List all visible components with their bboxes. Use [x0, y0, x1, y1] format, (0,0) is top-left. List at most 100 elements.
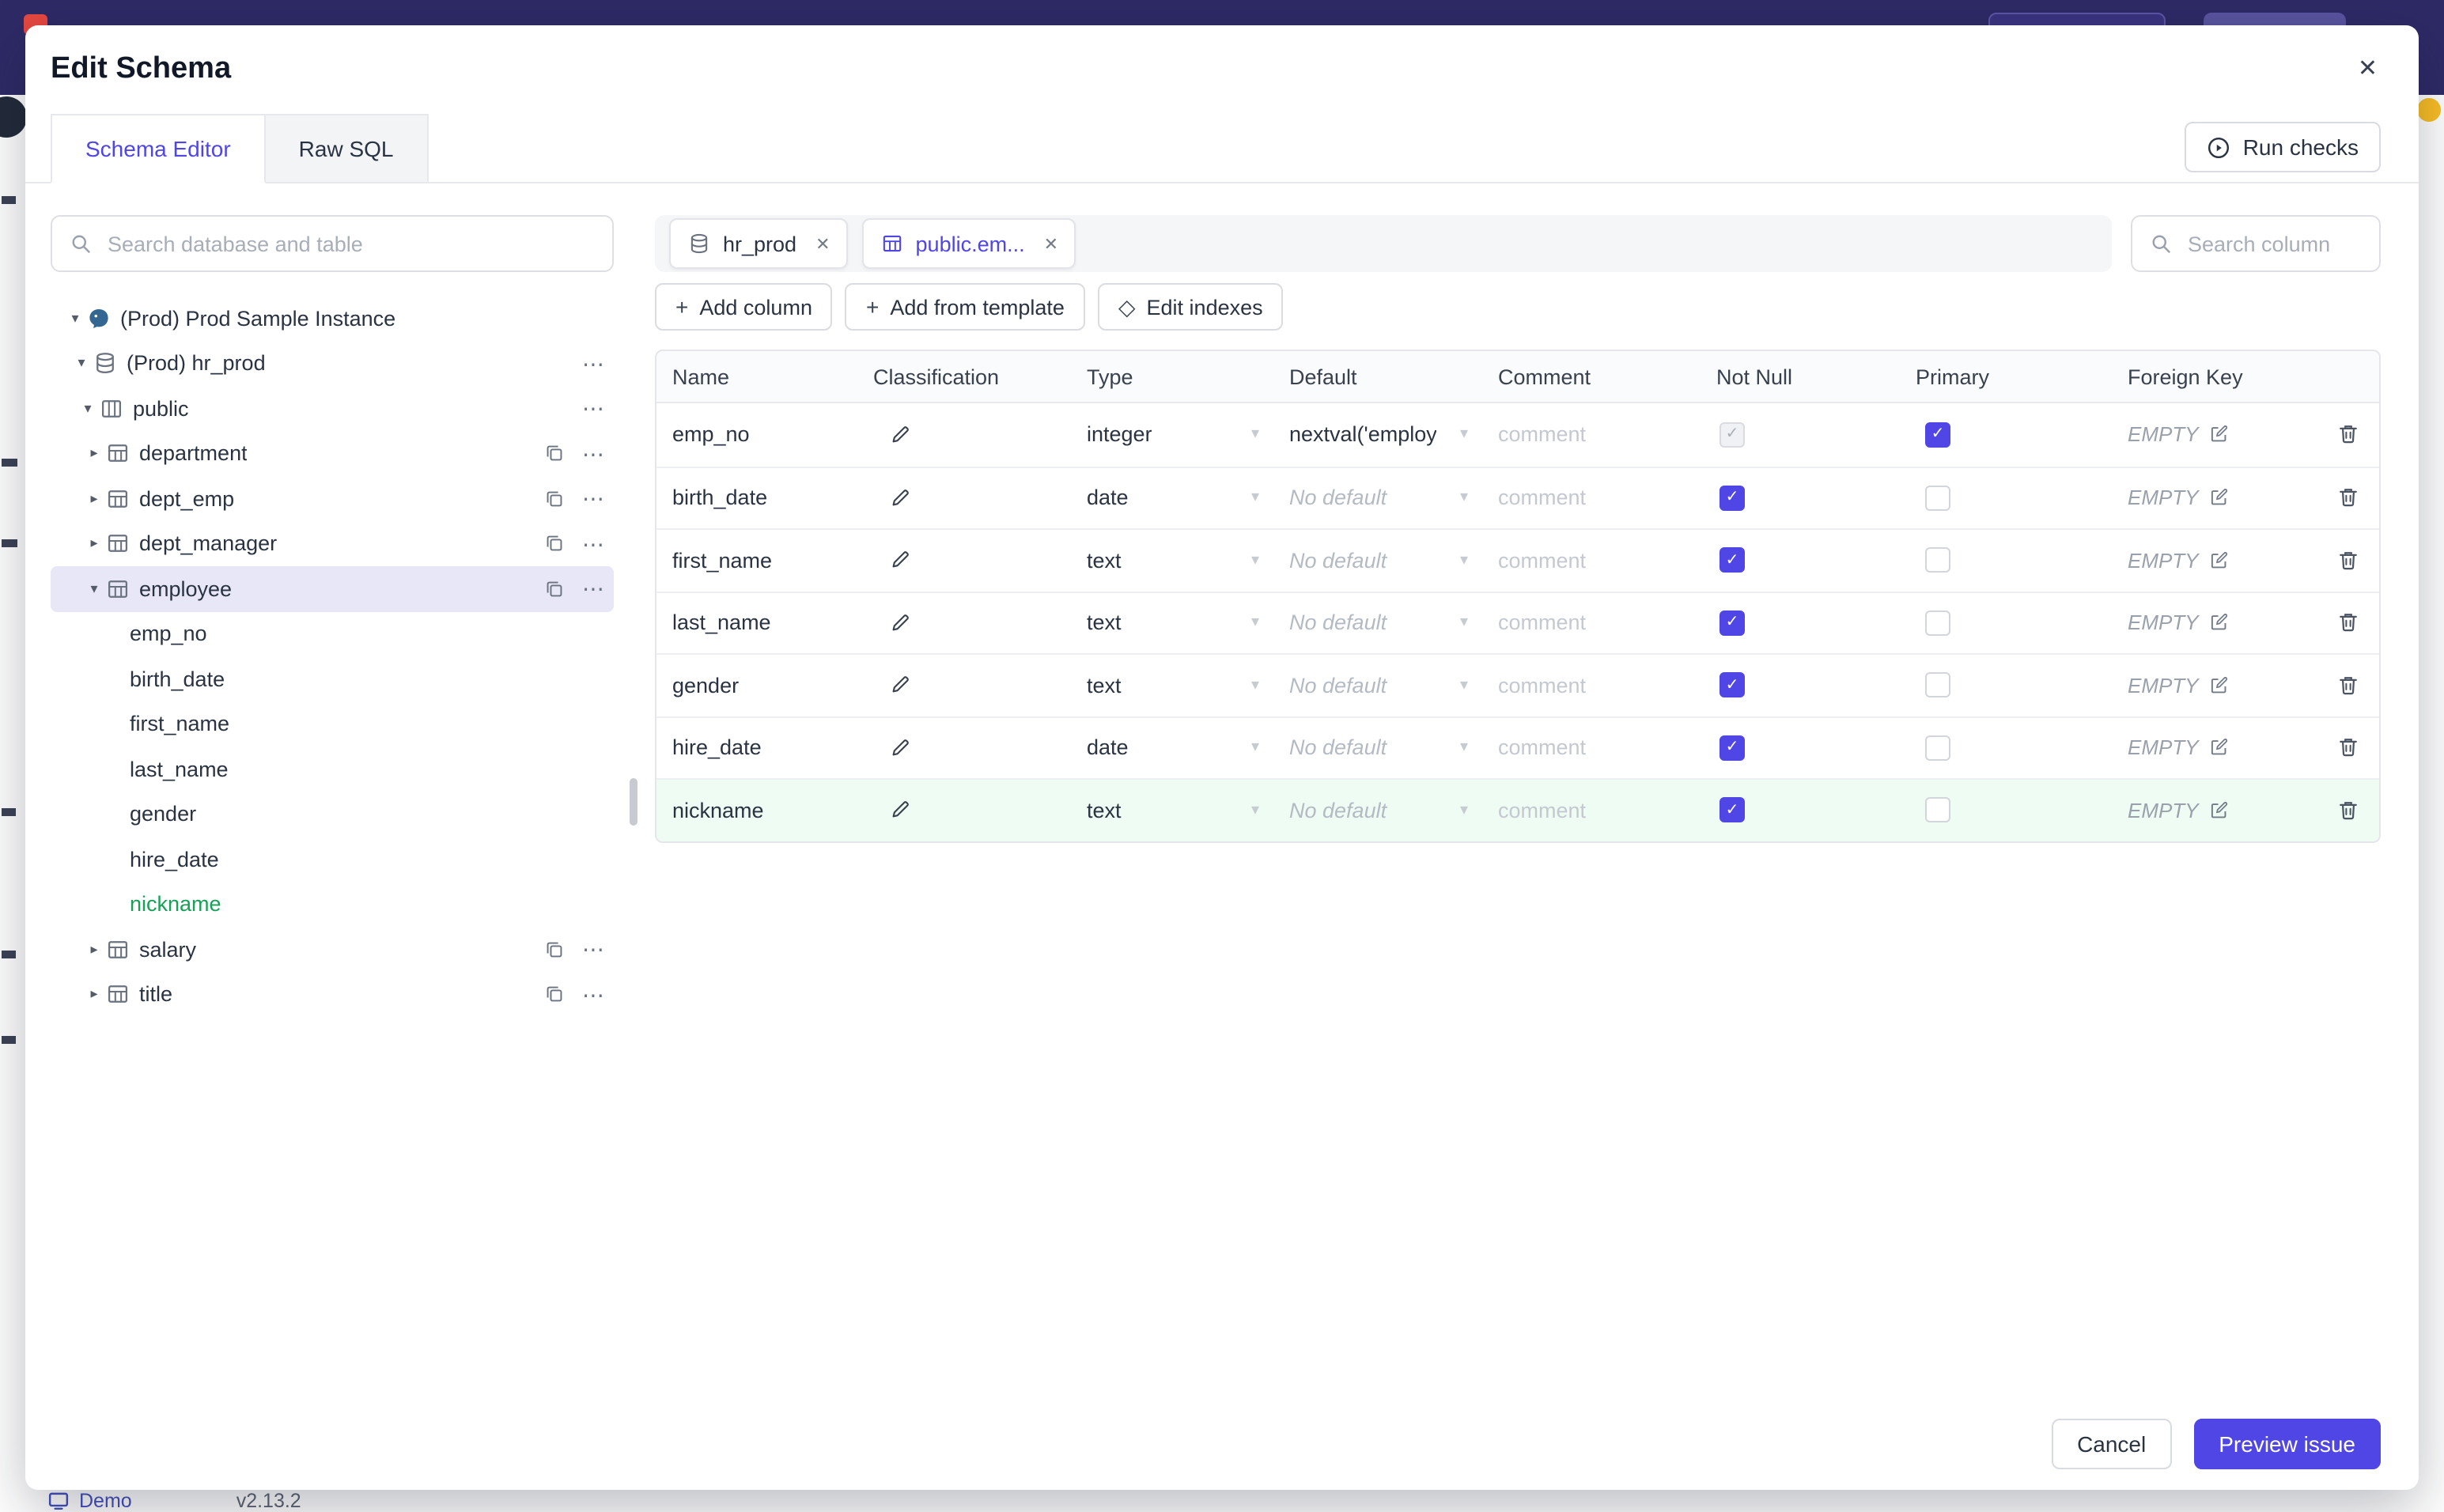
tree-item-nickname[interactable]: nickname [51, 882, 614, 927]
more-icon[interactable]: ⋯ [582, 443, 604, 465]
comment-input[interactable]: comment [1498, 674, 1586, 697]
default-select[interactable]: No default ▾ [1273, 467, 1482, 528]
more-icon[interactable]: ⋯ [582, 533, 604, 555]
not-null-checkbox[interactable]: ✓ [1720, 547, 1745, 573]
caret-down-icon[interactable]: ▾ [70, 355, 93, 372]
default-select[interactable]: nextval('employ ▾ [1273, 403, 1482, 466]
tree-item-hire-date[interactable]: hire_date [51, 837, 614, 882]
copy-icon[interactable] [544, 534, 565, 554]
close-button[interactable]: ✕ [2351, 51, 2384, 87]
classification-edit-icon[interactable] [889, 424, 911, 446]
tree-item-dept-manager[interactable]: ▸ dept_manager ⋯ [51, 521, 614, 566]
more-icon[interactable]: ⋯ [582, 353, 604, 375]
classification-edit-icon[interactable] [889, 487, 911, 509]
classification-edit-icon[interactable] [889, 737, 911, 759]
comment-input[interactable]: comment [1498, 423, 1586, 447]
add-from-template-button[interactable]: + Add from template [845, 283, 1085, 331]
tree-item-last-name[interactable]: last_name [51, 747, 614, 792]
run-checks-button[interactable]: Run checks [2184, 122, 2381, 172]
panel-resizer[interactable] [614, 215, 655, 1401]
delete-column-icon[interactable] [2336, 423, 2360, 447]
add-column-button[interactable]: + Add column [655, 283, 833, 331]
caret-right-icon[interactable]: ▸ [82, 490, 106, 508]
tree-item-department[interactable]: ▸ department ⋯ [51, 431, 614, 476]
classification-edit-icon[interactable] [889, 799, 911, 822]
classification-edit-icon[interactable] [889, 550, 911, 572]
caret-down-icon[interactable]: ▾ [82, 580, 106, 598]
caret-right-icon[interactable]: ▸ [82, 535, 106, 553]
delete-column-icon[interactable] [2336, 486, 2360, 510]
tree-item-dept-emp[interactable]: ▸ dept_emp ⋯ [51, 476, 614, 521]
tree-item-gender[interactable]: gender [51, 792, 614, 837]
close-tab-icon[interactable]: ✕ [1044, 233, 1058, 254]
default-select[interactable]: No default ▾ [1273, 655, 1482, 716]
copy-icon[interactable] [544, 985, 565, 1005]
tree-item-salary[interactable]: ▸ salary ⋯ [51, 927, 614, 972]
primary-checkbox[interactable] [1925, 672, 1950, 698]
caret-right-icon[interactable]: ▸ [82, 941, 106, 958]
more-icon[interactable]: ⋯ [582, 984, 604, 1006]
edit-foreign-key-icon[interactable] [2208, 488, 2229, 508]
comment-input[interactable]: comment [1498, 611, 1586, 635]
cancel-button[interactable]: Cancel [2052, 1419, 2172, 1469]
delete-column-icon[interactable] [2336, 674, 2360, 697]
caret-down-icon[interactable]: ▾ [76, 400, 100, 418]
delete-column-icon[interactable] [2336, 611, 2360, 635]
editor-tab-public-em[interactable]: public.em... ✕ [861, 218, 1076, 269]
type-select[interactable]: text ▾ [1071, 530, 1273, 591]
close-tab-icon[interactable]: ✕ [815, 233, 830, 254]
not-null-checkbox[interactable]: ✓ [1720, 672, 1745, 698]
search-database-input[interactable] [104, 230, 595, 257]
tree-item-public[interactable]: ▾ public ⋯ [51, 386, 614, 431]
search-column-input[interactable] [2185, 230, 2362, 257]
default-select[interactable]: No default ▾ [1273, 530, 1482, 591]
not-null-checkbox[interactable]: ✓ [1720, 421, 1745, 448]
edit-foreign-key-icon[interactable] [2208, 550, 2229, 571]
primary-checkbox[interactable] [1925, 610, 1950, 636]
more-icon[interactable]: ⋯ [582, 939, 604, 961]
tree-item-emp-no[interactable]: emp_no [51, 611, 614, 656]
preview-issue-button[interactable]: Preview issue [2193, 1419, 2381, 1469]
delete-column-icon[interactable] [2336, 799, 2360, 822]
not-null-checkbox[interactable]: ✓ [1720, 485, 1745, 511]
classification-edit-icon[interactable] [889, 675, 911, 697]
demo-link[interactable]: Demo [47, 1489, 132, 1511]
copy-icon[interactable] [544, 579, 565, 599]
tree-item-first-name[interactable]: first_name [51, 701, 614, 747]
tab-raw-sql[interactable]: Raw SQL [265, 114, 429, 183]
copy-icon[interactable] [544, 444, 565, 464]
primary-checkbox[interactable] [1925, 797, 1950, 823]
default-select[interactable]: No default ▾ [1273, 717, 1482, 778]
editor-tab-hr-prod[interactable]: hr_prod ✕ [669, 218, 848, 269]
edit-foreign-key-icon[interactable] [2208, 613, 2229, 633]
copy-icon[interactable] [544, 939, 565, 960]
default-select[interactable]: No default ▾ [1273, 780, 1482, 841]
not-null-checkbox[interactable]: ✓ [1720, 797, 1745, 823]
not-null-checkbox[interactable]: ✓ [1720, 735, 1745, 761]
default-select[interactable]: No default ▾ [1273, 592, 1482, 653]
primary-checkbox[interactable]: ✓ [1925, 421, 1950, 448]
type-select[interactable]: date ▾ [1071, 467, 1273, 528]
edit-foreign-key-icon[interactable] [2208, 425, 2229, 445]
primary-checkbox[interactable] [1925, 485, 1950, 511]
tree-item-prod-hr-prod[interactable]: ▾ (Prod) hr_prod ⋯ [51, 341, 614, 386]
more-icon[interactable]: ⋯ [582, 398, 604, 420]
caret-right-icon[interactable]: ▸ [82, 445, 106, 463]
tree-item-employee[interactable]: ▾ employee ⋯ [51, 566, 614, 611]
more-icon[interactable]: ⋯ [582, 488, 604, 510]
type-select[interactable]: integer ▾ [1071, 403, 1273, 466]
not-null-checkbox[interactable]: ✓ [1720, 610, 1745, 636]
delete-column-icon[interactable] [2336, 549, 2360, 573]
tab-schema-editor[interactable]: Schema Editor [51, 114, 266, 183]
edit-foreign-key-icon[interactable] [2208, 675, 2229, 696]
tree-item-prod-prod-sample-instance[interactable]: ▾ (Prod) Prod Sample Instance [51, 296, 614, 341]
edit-indexes-button[interactable]: ◇ Edit indexes [1097, 283, 1284, 331]
tree-item-title[interactable]: ▸ title ⋯ [51, 972, 614, 1017]
type-select[interactable]: text ▾ [1071, 780, 1273, 841]
scrollbar-thumb[interactable] [630, 778, 637, 826]
tree-item-birth-date[interactable]: birth_date [51, 656, 614, 701]
type-select[interactable]: date ▾ [1071, 717, 1273, 778]
type-select[interactable]: text ▾ [1071, 655, 1273, 716]
primary-checkbox[interactable] [1925, 547, 1950, 573]
primary-checkbox[interactable] [1925, 735, 1950, 761]
